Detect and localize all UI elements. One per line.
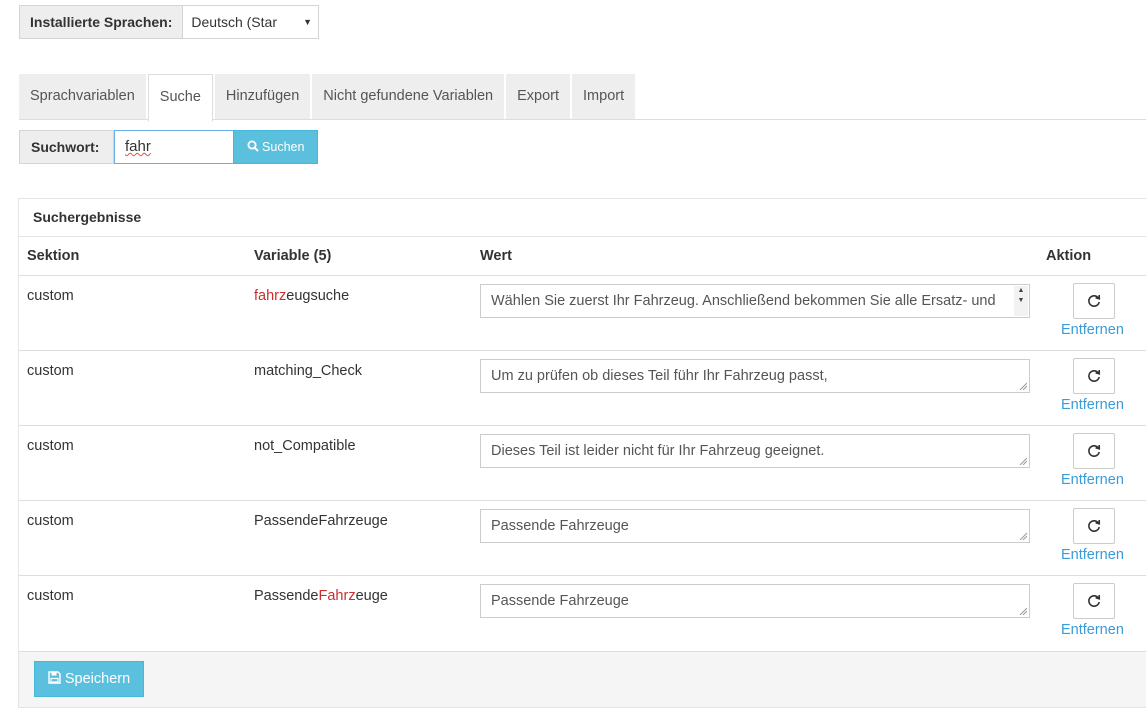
refresh-icon [1088,594,1101,607]
row-section: custom [27,438,74,454]
divider [19,575,1146,576]
value-textarea[interactable]: Wählen Sie zuerst Ihr Fahrzeug. Anschlie… [480,284,1030,318]
search-button-label: Suchen [262,140,305,154]
save-button-label: Speichern [64,671,131,687]
value-text: Um zu prüfen ob dieses Teil führ Ihr Fah… [491,368,828,384]
remove-link[interactable]: Entfernen [1061,622,1124,638]
search-input-value: fahr [125,138,151,155]
value-text: Dieses Teil ist leider nicht für Ihr Fah… [491,443,825,459]
value-text: Passende Fahrzeuge [491,593,629,609]
reset-button[interactable] [1073,358,1115,394]
value-textarea[interactable]: Um zu prüfen ob dieses Teil führ Ihr Fah… [480,359,1030,393]
resize-grip-icon [1019,382,1027,390]
column-header-action: Aktion [1046,248,1092,264]
search-input[interactable]: fahr [114,130,234,164]
remove-link[interactable]: Entfernen [1061,322,1124,338]
value-textarea[interactable]: Passende Fahrzeuge [480,509,1030,543]
row-variable: matching_Check [254,363,362,379]
divider [19,350,1146,351]
row-variable: PassendeFahrzeuge [254,588,388,604]
search-highlight: Fahrz [318,588,356,604]
remove-link[interactable]: Entfernen [1061,472,1124,488]
reset-button[interactable] [1073,433,1115,469]
value-text: Passende Fahrzeuge [491,518,629,534]
refresh-icon [1088,294,1101,307]
chevron-down-icon: ▼ [303,17,312,27]
tab-nicht-gefundene-variablen[interactable]: Nicht gefundene Variablen [312,74,505,119]
tab-hinzufuegen[interactable]: Hinzufügen [214,74,311,119]
divider [19,500,1146,501]
reset-button[interactable] [1073,508,1115,544]
scrollbar[interactable]: ▲ ▼ [1014,286,1028,316]
panel-footer [19,651,1146,707]
row-section: custom [27,588,74,604]
refresh-icon [1088,444,1101,457]
remove-link[interactable]: Entfernen [1061,547,1124,563]
column-header-variable: Variable (5) [254,248,332,264]
resize-grip-icon [1019,532,1027,540]
search-button[interactable]: Suchen [233,130,318,164]
tab-import[interactable]: Import [572,74,636,119]
value-text: Wählen Sie zuerst Ihr Fahrzeug. Anschlie… [491,293,996,309]
row-section: custom [27,513,74,529]
tab-bar: Sprachvariablen Suche Hinzufügen Nicht g… [19,74,1146,122]
results-title: Suchergebnisse [33,209,142,225]
tab-suche[interactable]: Suche [147,74,213,122]
search-highlight: fahrz [254,288,287,304]
search-icon [247,140,259,152]
value-textarea[interactable]: Passende Fahrzeuge [480,584,1030,618]
divider [19,425,1146,426]
row-variable: not_Compatible [254,438,356,454]
divider [19,236,1146,237]
language-label: Installierte Sprachen: [20,6,184,38]
row-variable: fahrzeugsuche [254,288,350,304]
remove-link[interactable]: Entfernen [1061,397,1124,413]
refresh-icon [1088,369,1101,382]
resize-grip-icon [1019,607,1027,615]
language-selector-group: Installierte Sprachen: Deutsch (Star ▼ [19,5,319,39]
reset-button[interactable] [1073,283,1115,319]
search-label: Suchwort: [19,130,114,164]
row-section: custom [27,363,74,379]
reset-button[interactable] [1073,583,1115,619]
value-textarea[interactable]: Dieses Teil ist leider nicht für Ihr Fah… [480,434,1030,468]
resize-grip-icon [1019,457,1027,465]
language-select-value: Deutsch (Star [191,14,277,30]
tab-sprachvariablen[interactable]: Sprachvariablen [19,74,146,119]
save-button[interactable]: Speichern [34,661,144,697]
row-variable: PassendeFahrzeuge [254,513,388,529]
language-select[interactable]: Deutsch (Star ▼ [183,6,318,38]
refresh-icon [1088,519,1101,532]
tab-export[interactable]: Export [506,74,571,119]
row-section: custom [27,288,74,304]
floppy-disk-icon [48,671,61,684]
column-header-value: Wert [480,248,512,264]
divider [19,275,1146,276]
column-header-section: Sektion [27,248,80,264]
